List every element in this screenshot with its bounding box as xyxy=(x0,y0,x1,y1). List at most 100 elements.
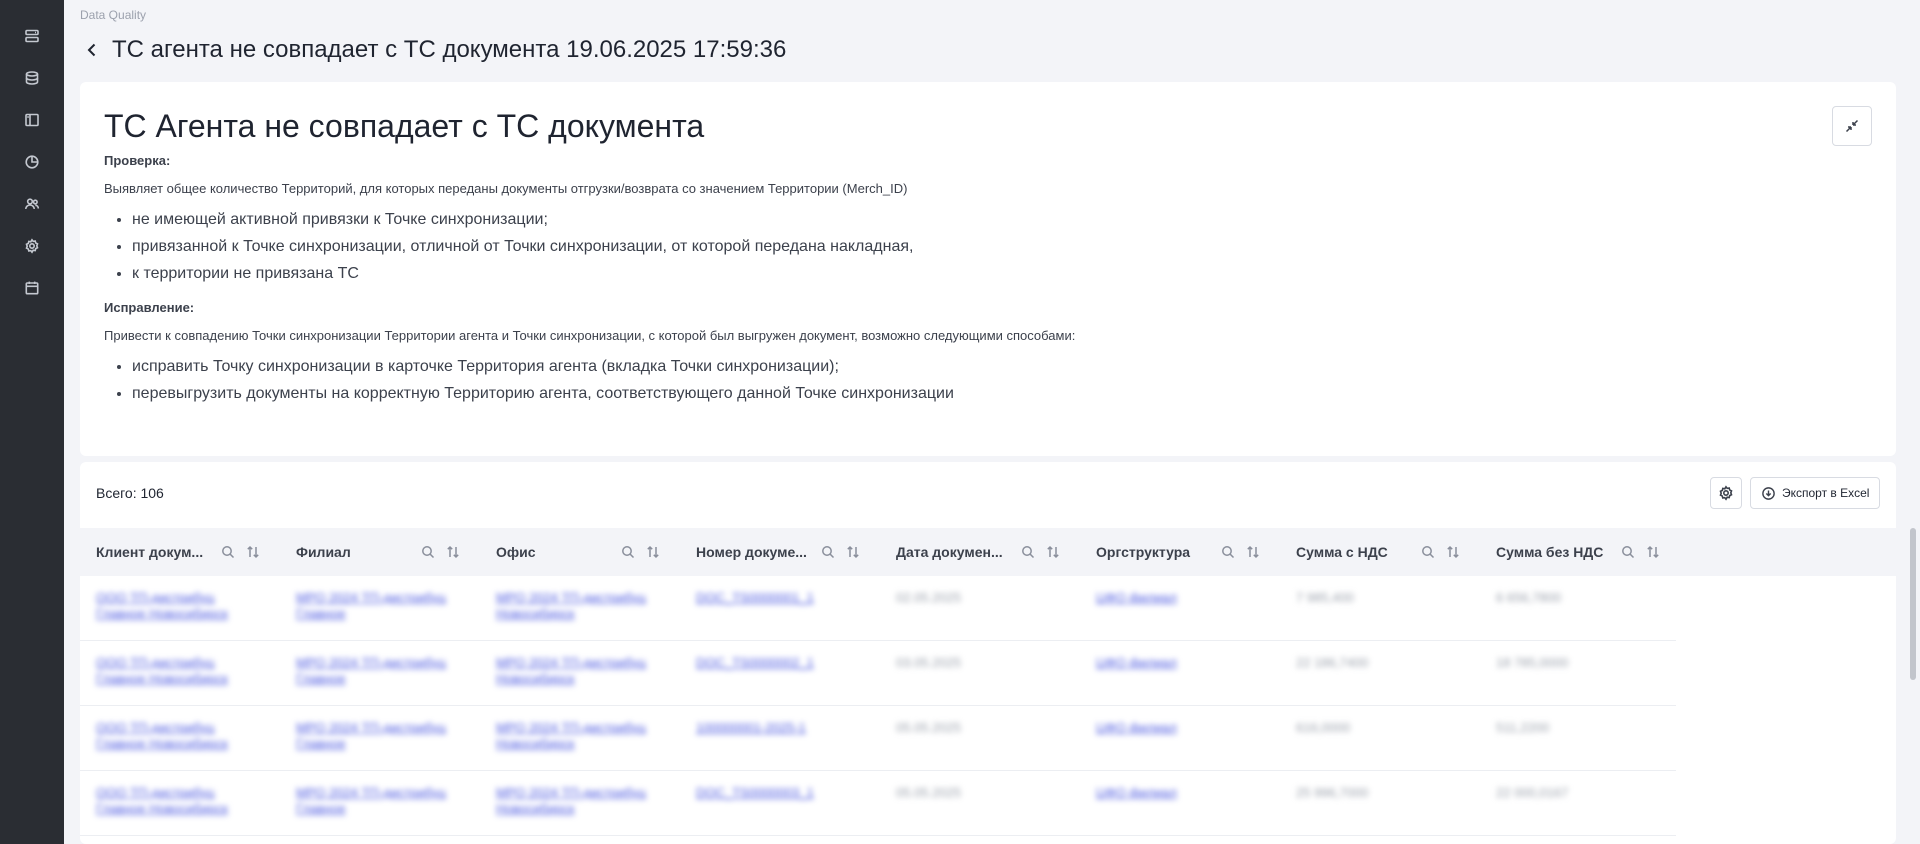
sidebar-item-settings[interactable] xyxy=(20,234,44,258)
check-list: не имеющей активной привязки к Точке син… xyxy=(104,206,1872,287)
column-header-doc-date: Дата докумен... xyxy=(896,528,1003,576)
table-row[interactable]: ООО ТП-дистрибуц Главное Новосибирск МРО… xyxy=(80,771,1676,836)
column-label: Дата докумен... xyxy=(896,544,1003,560)
check-item: привязанной к Точке синхронизации, отлич… xyxy=(132,233,1872,260)
breadcrumb[interactable]: Data Quality xyxy=(80,8,146,22)
download-icon xyxy=(1762,486,1775,500)
column-label: Офис xyxy=(496,544,536,560)
sidebar-item-users[interactable] xyxy=(20,192,44,216)
cell-sum-no-vat: 22 000,0167 xyxy=(1496,785,1569,800)
column-header-sum-vat: Сумма с НДС xyxy=(1296,528,1388,576)
export-label: Экспорт в Excel xyxy=(1782,486,1870,500)
cell-doc-number[interactable]: 100000001-2025-1 xyxy=(696,720,856,736)
cell-sum-no-vat: 6 656,7800 xyxy=(1496,590,1562,605)
cell-office[interactable]: МРО 2024 ТП-дистрибуц Новосибирск xyxy=(496,590,656,622)
cell-org-structure[interactable]: ЦФО филиал xyxy=(1096,590,1246,606)
cell-sum-vat: 25 996,7000 xyxy=(1296,785,1369,800)
export-excel-button[interactable]: Экспорт в Excel xyxy=(1750,477,1880,509)
table-row[interactable]: ООО ТП-дистрибуц Главное Новосибирск МРО… xyxy=(80,706,1676,771)
check-item: не имеющей активной привязки к Точке син… xyxy=(132,206,1872,233)
column-header-sum-no-vat: Сумма без НДС xyxy=(1496,528,1603,576)
column-search-icon[interactable] xyxy=(1620,544,1636,560)
column-label: Оргструктура xyxy=(1096,544,1191,560)
collapse-button[interactable] xyxy=(1832,106,1872,146)
column-header-doc-number: Номер докуме... xyxy=(696,528,807,576)
cell-branch[interactable]: МРО 2024 ТП-дистрибуц Главное xyxy=(296,785,446,817)
cell-org-structure[interactable]: ЦФО филиал xyxy=(1096,720,1246,736)
fix-list: исправить Точку синхронизации в карточке… xyxy=(104,353,1872,407)
chevron-left-icon xyxy=(87,43,96,57)
sidebar-item-calendar[interactable] xyxy=(20,276,44,300)
fix-label: Исправление: xyxy=(104,300,195,315)
column-sort-icon[interactable] xyxy=(845,544,861,560)
column-label: Клиент докум... xyxy=(96,544,204,560)
column-search-icon[interactable] xyxy=(420,544,436,560)
cell-client[interactable]: ООО ТП-дистрибуц Главное Новосибирск xyxy=(96,590,246,622)
column-header-org-structure: Оргструктура xyxy=(1096,528,1190,576)
cell-doc-number[interactable]: DOC_TS0000003_1 xyxy=(696,785,856,801)
column-header-client: Клиент докум... xyxy=(96,528,203,576)
cell-client[interactable]: ООО ТП-дистрибуц Главное Новосибирск xyxy=(96,655,246,687)
gear-icon xyxy=(25,238,39,254)
column-sort-icon[interactable] xyxy=(445,544,461,560)
cell-sum-vat: 616,0000 xyxy=(1296,720,1351,735)
sidebar-item-database[interactable] xyxy=(20,66,44,90)
column-sort-icon[interactable] xyxy=(245,544,261,560)
column-sort-icon[interactable] xyxy=(1045,544,1061,560)
column-sort-icon[interactable] xyxy=(1245,544,1261,560)
description-title: ТС Агента не совпадает с ТС документа xyxy=(104,108,705,144)
cell-sum-vat: 22 186,7400 xyxy=(1296,655,1369,670)
column-search-icon[interactable] xyxy=(1220,544,1236,560)
column-sort-icon[interactable] xyxy=(1645,544,1661,560)
column-search-icon[interactable] xyxy=(620,544,636,560)
description-card: ТС Агента не совпадает с ТС документа Пр… xyxy=(80,82,1896,456)
cell-office[interactable]: МРО 2024 ТП-дистрибуц Новосибирск xyxy=(496,720,656,752)
cell-client[interactable]: ООО ТП-дистрибуц Главное Новосибирск xyxy=(96,785,246,817)
column-search-icon[interactable] xyxy=(1420,544,1436,560)
table-settings-button[interactable] xyxy=(1710,477,1742,509)
column-sort-icon[interactable] xyxy=(645,544,661,560)
back-button[interactable] xyxy=(80,36,104,64)
cell-org-structure[interactable]: ЦФО филиал xyxy=(1096,785,1246,801)
check-item: к территории не привязана ТС xyxy=(132,260,1872,287)
fix-text: Привести к совпадению Точки синхронизаци… xyxy=(104,328,1076,343)
cell-branch[interactable]: МРО 2024 ТП-дистрибуц Главное xyxy=(296,590,446,622)
page-scrollbar-thumb[interactable] xyxy=(1910,528,1916,680)
fix-item: исправить Точку синхронизации в карточке… xyxy=(132,353,1872,380)
sidebar-item-layout[interactable] xyxy=(20,108,44,132)
cell-sum-no-vat: 511,2200 xyxy=(1496,720,1550,735)
cell-doc-number[interactable]: DOC_TS0000001_1 xyxy=(696,590,856,606)
calendar-icon xyxy=(25,281,39,295)
cell-doc-date: 03.05.2025 xyxy=(896,655,962,670)
collapse-icon xyxy=(1845,119,1859,133)
column-header-branch: Филиал xyxy=(296,528,351,576)
page-title: ТС агента не совпадает с ТС документа 19… xyxy=(112,36,787,63)
list-icon xyxy=(25,29,39,43)
column-label: Сумма с НДС xyxy=(1296,544,1388,560)
column-search-icon[interactable] xyxy=(220,544,236,560)
cell-office[interactable]: МРО 2024 ТП-дистрибуц Новосибирск xyxy=(496,785,656,817)
sidebar-item-list[interactable] xyxy=(20,24,44,48)
cell-doc-number[interactable]: DOC_TS0000002_1 xyxy=(696,655,856,671)
check-text: Выявляет общее количество Территорий, дл… xyxy=(104,181,908,196)
cell-office[interactable]: МРО 2024 ТП-дистрибуц Новосибирск xyxy=(496,655,656,687)
page-header: ТС агента не совпадает с ТС документа 19… xyxy=(80,34,786,66)
cell-client[interactable]: ООО ТП-дистрибуц Главное Новосибирск xyxy=(96,720,246,752)
sidebar xyxy=(0,0,64,844)
check-label: Проверка: xyxy=(104,153,171,168)
column-search-icon[interactable] xyxy=(1020,544,1036,560)
table-row[interactable]: ООО ТП-дистрибуц Главное Новосибирск МРО… xyxy=(80,576,1676,641)
total-count: Всего: 106 xyxy=(96,485,164,501)
cell-branch[interactable]: МРО 2024 ТП-дистрибуц Главное xyxy=(296,655,446,687)
column-label: Филиал xyxy=(296,544,351,560)
column-label: Номер докуме... xyxy=(696,544,807,560)
cell-org-structure[interactable]: ЦФО филиал xyxy=(1096,655,1246,671)
column-search-icon[interactable] xyxy=(820,544,836,560)
column-sort-icon[interactable] xyxy=(1445,544,1461,560)
sidebar-item-reports[interactable] xyxy=(20,150,44,174)
database-icon xyxy=(25,71,39,85)
table-row[interactable]: ООО ТП-дистрибуц Главное Новосибирск МРО… xyxy=(80,641,1676,706)
cell-branch[interactable]: МРО 2024 ТП-дистрибуц Главное xyxy=(296,720,446,752)
fix-item: перевыгрузить документы на корректную Те… xyxy=(132,380,1872,407)
layout-icon xyxy=(25,113,39,127)
